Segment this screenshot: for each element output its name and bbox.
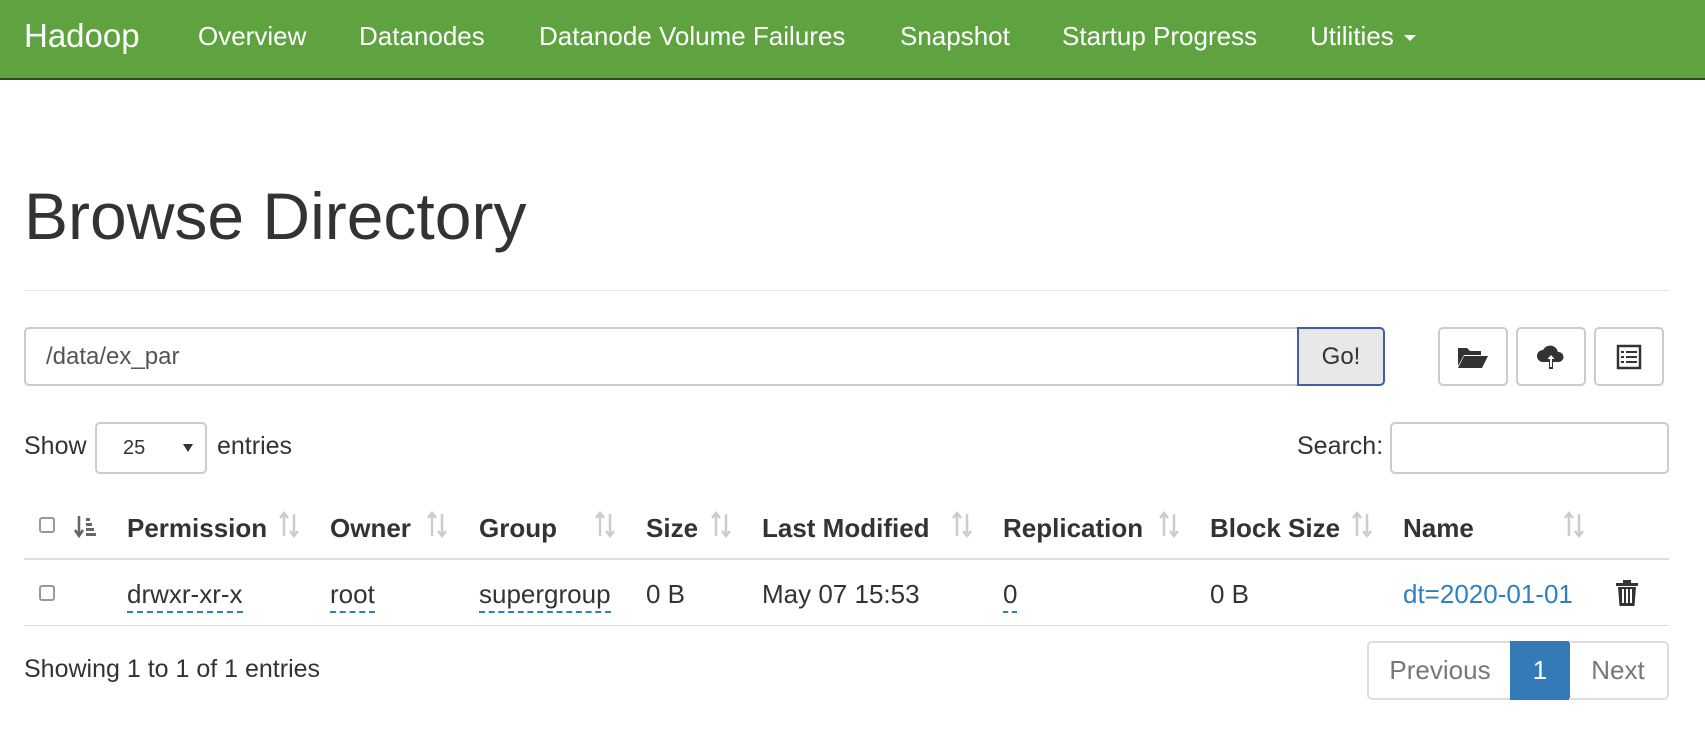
- last-modified-cell: May 07 15:53: [762, 579, 920, 609]
- column-header-permission[interactable]: Permission: [127, 513, 267, 544]
- title-divider: [24, 290, 1669, 291]
- select-all-checkbox[interactable]: [39, 517, 55, 533]
- column-header-replication[interactable]: Replication: [1003, 513, 1143, 544]
- sort-both-icon[interactable]: [709, 510, 733, 540]
- go-button[interactable]: Go!: [1297, 327, 1385, 386]
- trash-icon[interactable]: [1615, 579, 1639, 607]
- size-cell: 0 B: [646, 579, 686, 609]
- column-header-owner[interactable]: Owner: [330, 513, 411, 544]
- sort-both-icon[interactable]: [1562, 510, 1586, 540]
- group-cell[interactable]: supergroup: [479, 579, 611, 613]
- table-header-divider: [24, 558, 1669, 560]
- show-label: Show: [24, 432, 87, 460]
- upload-files-button[interactable]: [1516, 327, 1586, 386]
- replication-cell[interactable]: 0: [1003, 579, 1018, 613]
- sort-both-icon[interactable]: [593, 510, 617, 540]
- sort-both-icon[interactable]: [277, 510, 301, 540]
- sort-both-icon[interactable]: [425, 510, 449, 540]
- brand-link[interactable]: Hadoop: [24, 17, 140, 55]
- nav-snapshot[interactable]: Snapshot: [900, 21, 1010, 52]
- list-alt-icon: [1616, 344, 1642, 369]
- pagination-next[interactable]: Next: [1569, 641, 1669, 700]
- table-info: Showing 1 to 1 of 1 entries: [24, 655, 321, 683]
- top-navbar: Hadoop Overview Datanodes Datanode Volum…: [0, 0, 1705, 80]
- sort-amount-icon[interactable]: [73, 514, 99, 540]
- cloud-upload-icon: [1537, 345, 1564, 369]
- search-label: Search:: [1297, 432, 1384, 460]
- column-header-name[interactable]: Name: [1403, 513, 1474, 544]
- block-size-cell: 0 B: [1210, 579, 1250, 609]
- nav-datanode-volume-failures[interactable]: Datanode Volume Failures: [539, 21, 845, 52]
- pagination-page-1[interactable]: 1: [1510, 641, 1570, 700]
- directory-path-input[interactable]: [24, 327, 1299, 386]
- nav-utilities-dropdown[interactable]: Utilities: [1310, 21, 1416, 52]
- caret-down-icon: [1403, 35, 1416, 42]
- nav-startup-progress[interactable]: Startup Progress: [1062, 21, 1257, 52]
- column-header-block-size[interactable]: Block Size: [1210, 513, 1340, 544]
- sort-both-icon[interactable]: [950, 510, 974, 540]
- permission-cell[interactable]: drwxr-xr-x: [127, 579, 243, 613]
- select-arrow-icon: [183, 444, 193, 452]
- folder-open-icon: [1458, 347, 1488, 368]
- table-row-divider: [24, 625, 1669, 626]
- nav-datanodes[interactable]: Datanodes: [359, 21, 485, 52]
- entries-label: entries: [217, 432, 293, 460]
- pagination-previous[interactable]: Previous: [1367, 641, 1511, 700]
- column-header-size[interactable]: Size: [646, 513, 698, 544]
- row-checkbox[interactable]: [39, 585, 55, 601]
- create-directory-button[interactable]: [1438, 327, 1508, 386]
- nav-overview[interactable]: Overview: [198, 21, 306, 52]
- sort-both-icon[interactable]: [1350, 510, 1374, 540]
- entries-per-page-select[interactable]: 25: [95, 422, 207, 474]
- nav-utilities-label: Utilities: [1310, 21, 1394, 51]
- name-link[interactable]: dt=2020-01-01: [1403, 579, 1573, 610]
- page-title: Browse Directory: [24, 179, 527, 253]
- search-input[interactable]: [1390, 422, 1669, 474]
- entries-per-page-value: 25: [123, 437, 146, 459]
- owner-cell[interactable]: root: [330, 579, 375, 613]
- cut-paste-button[interactable]: [1594, 327, 1664, 386]
- column-header-last-modified[interactable]: Last Modified: [762, 513, 930, 544]
- column-header-group[interactable]: Group: [479, 513, 557, 544]
- sort-both-icon[interactable]: [1157, 510, 1181, 540]
